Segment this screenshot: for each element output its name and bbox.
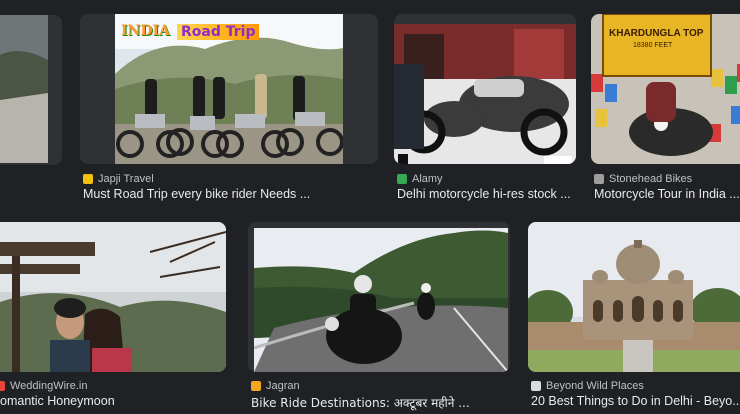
image-result-card-3[interactable] xyxy=(394,14,576,164)
source-label: Beyond Wild Places xyxy=(546,380,644,392)
result-thumbnail[interactable] xyxy=(254,228,508,372)
result-title-7[interactable]: 20 Best Things to Do in Delhi - Beyo... xyxy=(531,394,740,408)
result-source-2[interactable]: Japji Travel xyxy=(83,172,154,186)
result-thumbnail[interactable]: KHARDUNGLA TOP 18380 FEET xyxy=(591,14,740,164)
india-logo-overlay: INDIA xyxy=(121,23,170,39)
result-thumbnail[interactable]: INDIA Road Trip xyxy=(115,14,343,164)
result-thumbnail[interactable] xyxy=(528,222,740,372)
motorcycle-photo xyxy=(394,24,576,164)
result-title-2[interactable]: Must Road Trip every bike rider Needs ..… xyxy=(83,187,378,201)
delhi-tomb-photo xyxy=(528,222,740,372)
jagran-favicon-icon xyxy=(251,381,261,391)
image-result-card-5[interactable] xyxy=(0,222,226,372)
result-thumbnail[interactable] xyxy=(0,15,48,163)
alamy-favicon-icon xyxy=(397,174,407,184)
result-source-5[interactable]: WeddingWire.in xyxy=(0,379,87,393)
stonehead-favicon-icon xyxy=(594,174,604,184)
image-result-card-4[interactable]: KHARDUNGLA TOP 18380 FEET xyxy=(591,14,740,164)
image-result-card-1[interactable] xyxy=(0,15,62,165)
result-title-5[interactable]: omantic Honeymoon xyxy=(0,394,226,408)
image-result-card-7[interactable] xyxy=(528,222,740,372)
khardungla-sign-height: 18380 FEET xyxy=(633,42,673,49)
weddingwire-favicon-icon xyxy=(0,381,5,391)
japji-favicon-icon xyxy=(83,174,93,184)
result-title-6[interactable]: Bike Ride Destinations: अक्टूबर महीने ..… xyxy=(251,394,510,411)
result-title-3[interactable]: Delhi motorcycle hi-res stock ... xyxy=(397,187,577,201)
source-label: Alamy xyxy=(412,173,443,185)
source-label: Japji Travel xyxy=(98,173,154,185)
beyond-wild-places-favicon-icon xyxy=(531,381,541,391)
result-source-7[interactable]: Beyond Wild Places xyxy=(531,379,644,393)
road-trip-overlay: Road Trip xyxy=(177,24,260,40)
source-label: Stonehead Bikes xyxy=(609,173,693,185)
source-label: Jagran xyxy=(266,380,300,392)
image-result-card-2[interactable]: INDIA Road Trip xyxy=(80,14,378,164)
road-photo xyxy=(0,15,48,163)
couple-photo xyxy=(0,222,226,372)
result-source-3[interactable]: Alamy xyxy=(397,172,443,186)
khardungla-sign-title: KHARDUNGLA TOP xyxy=(609,28,704,39)
source-label: WeddingWire.in xyxy=(10,380,88,392)
result-thumbnail[interactable] xyxy=(394,24,576,164)
mountain-road-ride-photo xyxy=(254,228,508,372)
result-thumbnail[interactable] xyxy=(0,222,226,372)
result-source-4[interactable]: Stonehead Bikes xyxy=(594,172,692,186)
result-title-4[interactable]: Motorcycle Tour in India ... xyxy=(594,187,740,201)
image-result-card-6[interactable] xyxy=(248,222,510,372)
result-source-6[interactable]: Jagran xyxy=(251,379,300,393)
